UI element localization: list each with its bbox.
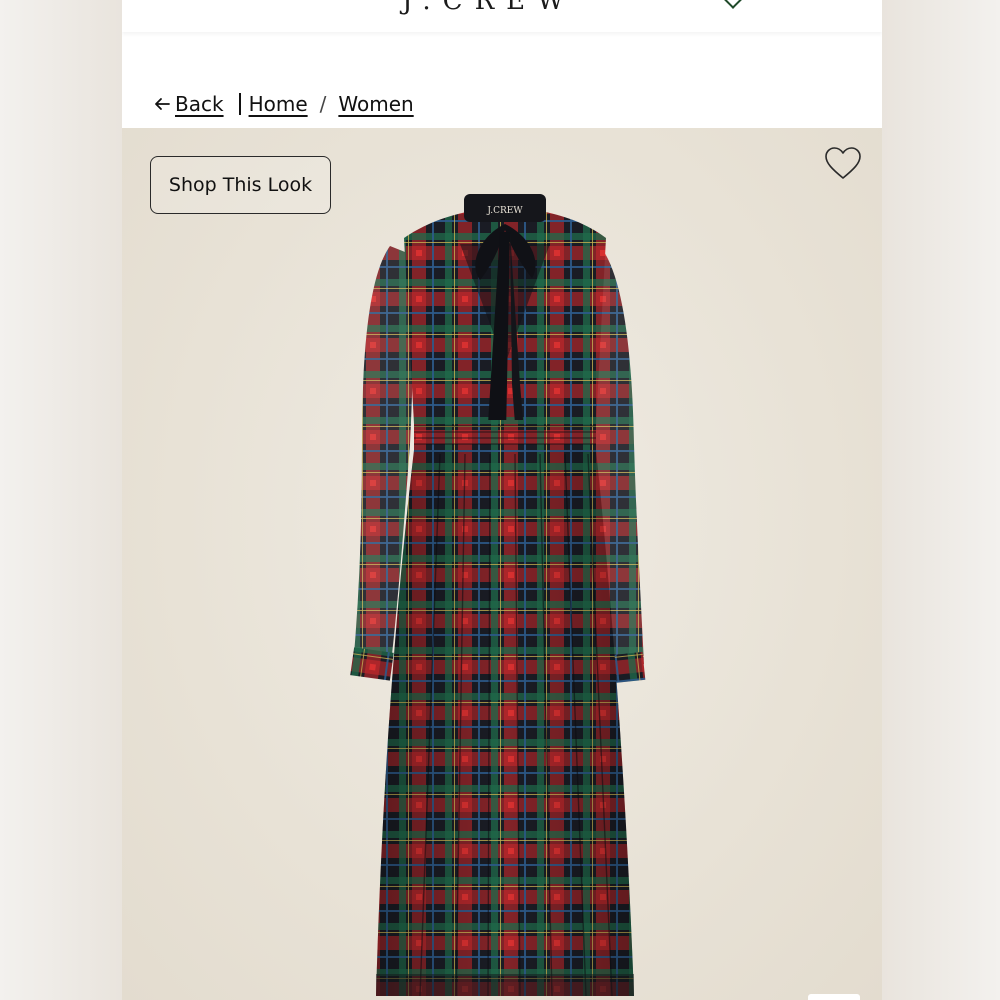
shopping-bag-icon[interactable] xyxy=(723,0,743,9)
page-backdrop-left xyxy=(0,0,122,1000)
app-screen: J.CREW Back Home / Women Shop This Look xyxy=(122,0,882,1000)
site-header: J.CREW xyxy=(122,0,882,32)
page-backdrop-right xyxy=(882,0,1000,1000)
breadcrumb: Back Home / Women xyxy=(152,88,414,120)
breadcrumb-divider xyxy=(238,93,241,115)
plaid-dress-photo: J.CREW xyxy=(350,194,646,997)
heart-icon[interactable] xyxy=(824,146,862,182)
back-link[interactable]: Back xyxy=(152,92,224,116)
arrow-left-icon xyxy=(155,98,170,110)
breadcrumb-women[interactable]: Women xyxy=(338,92,413,116)
carousel-indicator[interactable] xyxy=(808,994,860,1000)
breadcrumb-home[interactable]: Home xyxy=(249,92,308,116)
product-image[interactable]: Shop This Look J.CREW xyxy=(122,128,882,1000)
breadcrumb-separator: / xyxy=(319,92,327,116)
shop-this-look-button[interactable]: Shop This Look xyxy=(150,156,331,214)
back-link-label[interactable]: Back xyxy=(175,92,224,116)
dress-brand-label: J.CREW xyxy=(486,206,523,216)
brand-logo[interactable]: J.CREW xyxy=(402,0,576,16)
